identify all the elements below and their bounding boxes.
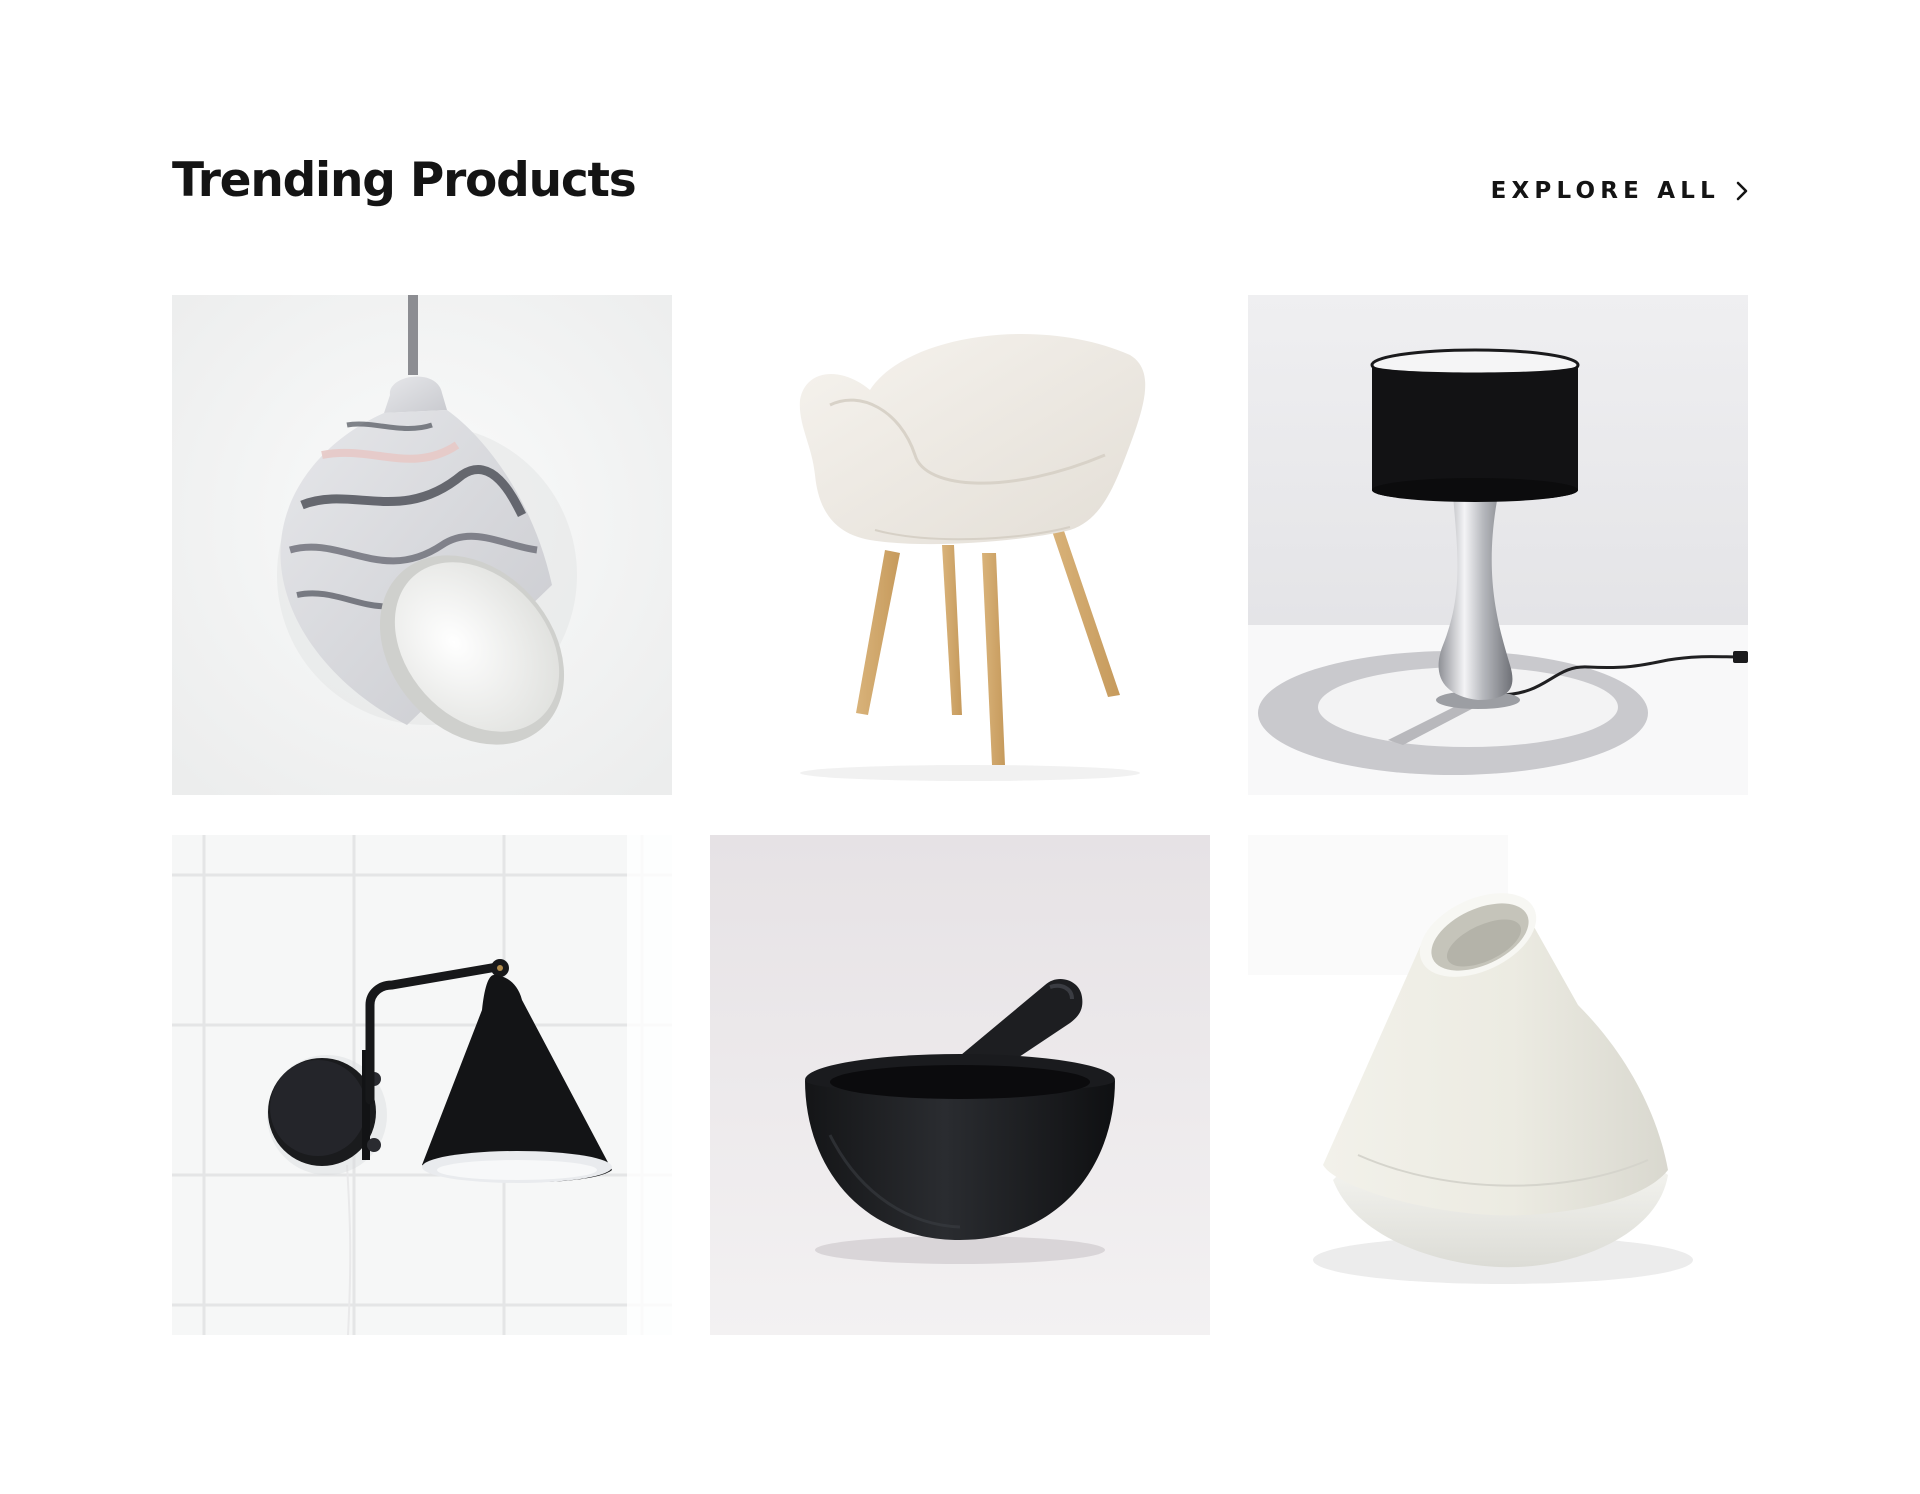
product-image-black-shade-table-lamp [1248, 295, 1748, 795]
product-card-black-mortar-and-pestle[interactable]: black-mortar-and-pestle [710, 835, 1210, 1335]
product-image-black-wall-sconce [172, 835, 672, 1335]
product-image-white-shell-armchair [710, 295, 1210, 795]
product-card-marbled-pendant-lamp[interactable]: marbled-pendant-lamp [172, 295, 672, 795]
section-title: Trending Products [172, 153, 637, 208]
product-image-white-ceramic-vase [1248, 835, 1748, 1335]
product-card-black-wall-sconce[interactable]: black-wall-sconce [172, 835, 672, 1335]
chevron-right-icon [1736, 181, 1748, 201]
explore-all-link[interactable]: EXPLORE ALL [1491, 178, 1748, 204]
product-card-white-ceramic-vase[interactable]: white-ceramic-vase [1248, 835, 1748, 1335]
product-image-marbled-pendant-lamp [172, 295, 672, 795]
section-header: Trending Products EXPLORE ALL [172, 150, 1748, 220]
product-image-black-mortar-and-pestle [710, 835, 1210, 1335]
product-grid: marbled-pendant-lamp [172, 295, 1748, 1335]
product-card-black-shade-table-lamp[interactable]: black-shade-table-lamp [1248, 295, 1748, 795]
explore-all-label: EXPLORE ALL [1490, 178, 1720, 204]
product-card-white-shell-armchair[interactable]: white-shell-armchair [710, 295, 1210, 795]
